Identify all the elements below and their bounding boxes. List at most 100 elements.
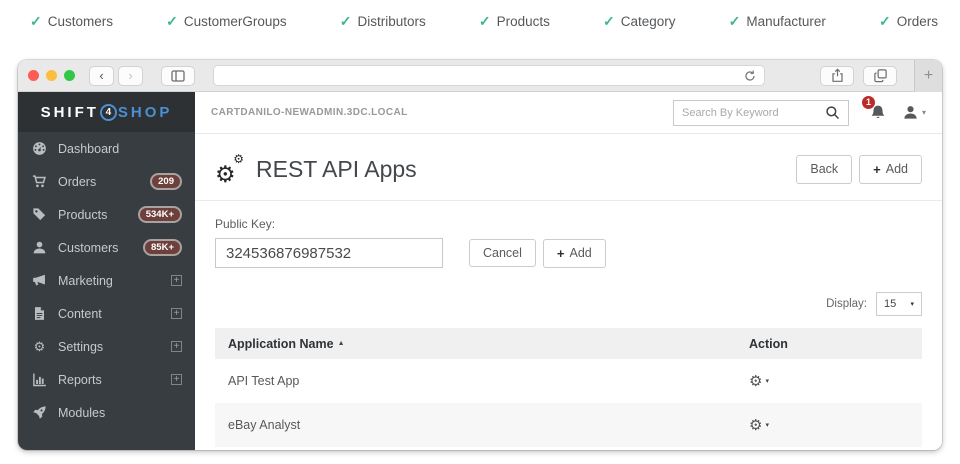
sidebar-item-label: Modules bbox=[58, 406, 105, 420]
menu-item-customergroups[interactable]: ✓ CustomerGroups bbox=[166, 13, 287, 30]
account-menu-button[interactable]: ▾ bbox=[902, 104, 926, 121]
admin-app: SHIFT 4 SHOP Dashboard Orders 209 bbox=[18, 92, 942, 450]
app-name: eBay Analyst bbox=[228, 418, 749, 432]
notification-count-badge: 1 bbox=[861, 95, 876, 110]
document-icon bbox=[32, 306, 47, 321]
display-label: Display: bbox=[826, 298, 867, 310]
share-button[interactable] bbox=[820, 66, 854, 86]
keyword-search-box[interactable] bbox=[673, 100, 849, 126]
rocket-icon bbox=[32, 405, 47, 420]
app-name: API Test App bbox=[228, 374, 749, 388]
new-tab-button[interactable]: + bbox=[914, 60, 942, 92]
menu-item-products[interactable]: ✓ Products bbox=[479, 13, 550, 30]
close-window-button[interactable] bbox=[28, 70, 39, 81]
sidebar-item-content[interactable]: Content + bbox=[18, 297, 195, 330]
sidebar-item-settings[interactable]: ⚙ Settings + bbox=[18, 330, 195, 363]
check-icon: ✓ bbox=[603, 13, 615, 30]
show-tabs-button[interactable] bbox=[863, 66, 897, 86]
search-icon[interactable] bbox=[825, 105, 840, 120]
admin-topbar: CARTDANILO-NEWADMIN.3DC.LOCAL 1 ▾ bbox=[195, 92, 942, 134]
add-app-button[interactable]: + Add bbox=[859, 155, 922, 184]
menu-item-label: Products bbox=[497, 14, 550, 29]
megaphone-icon bbox=[32, 273, 47, 288]
sidebar-item-orders[interactable]: Orders 209 bbox=[18, 165, 195, 198]
check-icon: ✓ bbox=[729, 13, 741, 30]
back-button[interactable]: Back bbox=[796, 155, 852, 184]
public-key-section: Public Key: Cancel + Add bbox=[215, 217, 922, 268]
column-application-name[interactable]: Application Name ▲ bbox=[228, 337, 749, 351]
browser-back-button[interactable]: ‹ bbox=[89, 66, 114, 86]
sidebar-toggle-button[interactable] bbox=[161, 66, 195, 86]
address-input[interactable] bbox=[214, 66, 764, 85]
sidebar-item-products[interactable]: Products 534K+ bbox=[18, 198, 195, 231]
api-apps-table: Application Name ▲ Action API Test App ⚙… bbox=[215, 328, 922, 447]
sidebar-item-marketing[interactable]: Marketing + bbox=[18, 264, 195, 297]
row-action-menu[interactable]: ⚙ ▾ bbox=[749, 374, 909, 389]
logo-text-shift: SHIFT bbox=[41, 104, 99, 121]
products-count-badge: 534K+ bbox=[138, 206, 182, 223]
expand-icon[interactable]: + bbox=[171, 374, 182, 385]
row-action-menu[interactable]: ⚙ ▾ bbox=[749, 418, 909, 433]
public-key-input[interactable] bbox=[215, 238, 443, 268]
column-action: Action bbox=[749, 337, 909, 351]
toolbar-right-group: + bbox=[820, 60, 942, 91]
check-icon: ✓ bbox=[879, 13, 891, 30]
table-header-row: Application Name ▲ Action bbox=[215, 328, 922, 359]
logo-text-shop: SHOP bbox=[118, 104, 173, 121]
sidebar-item-label: Content bbox=[58, 307, 102, 321]
sidebar-item-reports[interactable]: Reports + bbox=[18, 363, 195, 396]
logo-4-circle: 4 bbox=[100, 104, 117, 121]
search-input[interactable] bbox=[682, 107, 825, 119]
gear-icon: ⚙ bbox=[749, 418, 762, 433]
main-panel: CARTDANILO-NEWADMIN.3DC.LOCAL 1 ▾ bbox=[195, 92, 942, 450]
sidebar-item-label: Settings bbox=[58, 340, 103, 354]
menu-item-category[interactable]: ✓ Category bbox=[603, 13, 676, 30]
page-title: REST API Apps bbox=[256, 156, 417, 183]
menu-item-label: Orders bbox=[897, 14, 938, 29]
header-buttons: Back + Add bbox=[796, 155, 922, 184]
bar-chart-icon bbox=[32, 372, 47, 387]
traffic-lights bbox=[28, 70, 75, 81]
tabs-icon bbox=[873, 68, 888, 83]
shift4shop-logo[interactable]: SHIFT 4 SHOP bbox=[18, 92, 195, 132]
sidebar-item-dashboard[interactable]: Dashboard bbox=[18, 132, 195, 165]
address-bar[interactable] bbox=[213, 65, 765, 86]
plus-icon: + bbox=[557, 246, 565, 261]
menu-item-label: Customers bbox=[48, 14, 113, 29]
check-icon: ✓ bbox=[340, 13, 352, 30]
minimize-window-button[interactable] bbox=[46, 70, 57, 81]
sidebar-item-label: Orders bbox=[58, 175, 96, 189]
browser-forward-button[interactable]: › bbox=[118, 66, 143, 86]
user-icon bbox=[32, 240, 47, 255]
page-size-select[interactable]: 15 ▾ bbox=[876, 292, 922, 316]
refresh-icon[interactable] bbox=[743, 69, 757, 83]
sidebar-item-modules[interactable]: Modules bbox=[18, 396, 195, 429]
check-icon: ✓ bbox=[479, 13, 491, 30]
browser-window: ‹ › + SHIFT 4 SHOP bbox=[18, 60, 942, 450]
menu-item-manufacturer[interactable]: ✓ Manufacturer bbox=[729, 13, 826, 30]
zoom-window-button[interactable] bbox=[64, 70, 75, 81]
menu-item-label: CustomerGroups bbox=[184, 14, 287, 29]
expand-icon[interactable]: + bbox=[171, 341, 182, 352]
dashboard-icon bbox=[32, 141, 47, 156]
add-key-button[interactable]: + Add bbox=[543, 239, 606, 268]
notifications-button[interactable]: 1 bbox=[869, 104, 887, 122]
sidebar-item-label: Reports bbox=[58, 373, 102, 387]
chevron-down-icon: ▾ bbox=[922, 108, 926, 117]
sidebar-item-customers[interactable]: Customers 85K+ bbox=[18, 231, 195, 264]
store-domain: CARTDANILO-NEWADMIN.3DC.LOCAL bbox=[211, 107, 408, 118]
sidebar-toggle-icon bbox=[170, 68, 186, 84]
menu-item-distributors[interactable]: ✓ Distributors bbox=[340, 13, 426, 30]
expand-icon[interactable]: + bbox=[171, 308, 182, 319]
cart-icon bbox=[32, 174, 47, 189]
menu-item-label: Distributors bbox=[357, 14, 425, 29]
expand-icon[interactable]: + bbox=[171, 275, 182, 286]
header-divider bbox=[195, 200, 942, 201]
sort-asc-icon: ▲ bbox=[338, 340, 345, 347]
menu-item-customers[interactable]: ✓ Customers bbox=[30, 13, 113, 30]
menu-item-orders[interactable]: ✓ Orders bbox=[879, 13, 938, 30]
check-icon: ✓ bbox=[30, 13, 42, 30]
plus-icon: + bbox=[873, 162, 881, 177]
cancel-button[interactable]: Cancel bbox=[469, 239, 536, 267]
customers-count-badge: 85K+ bbox=[143, 239, 182, 256]
